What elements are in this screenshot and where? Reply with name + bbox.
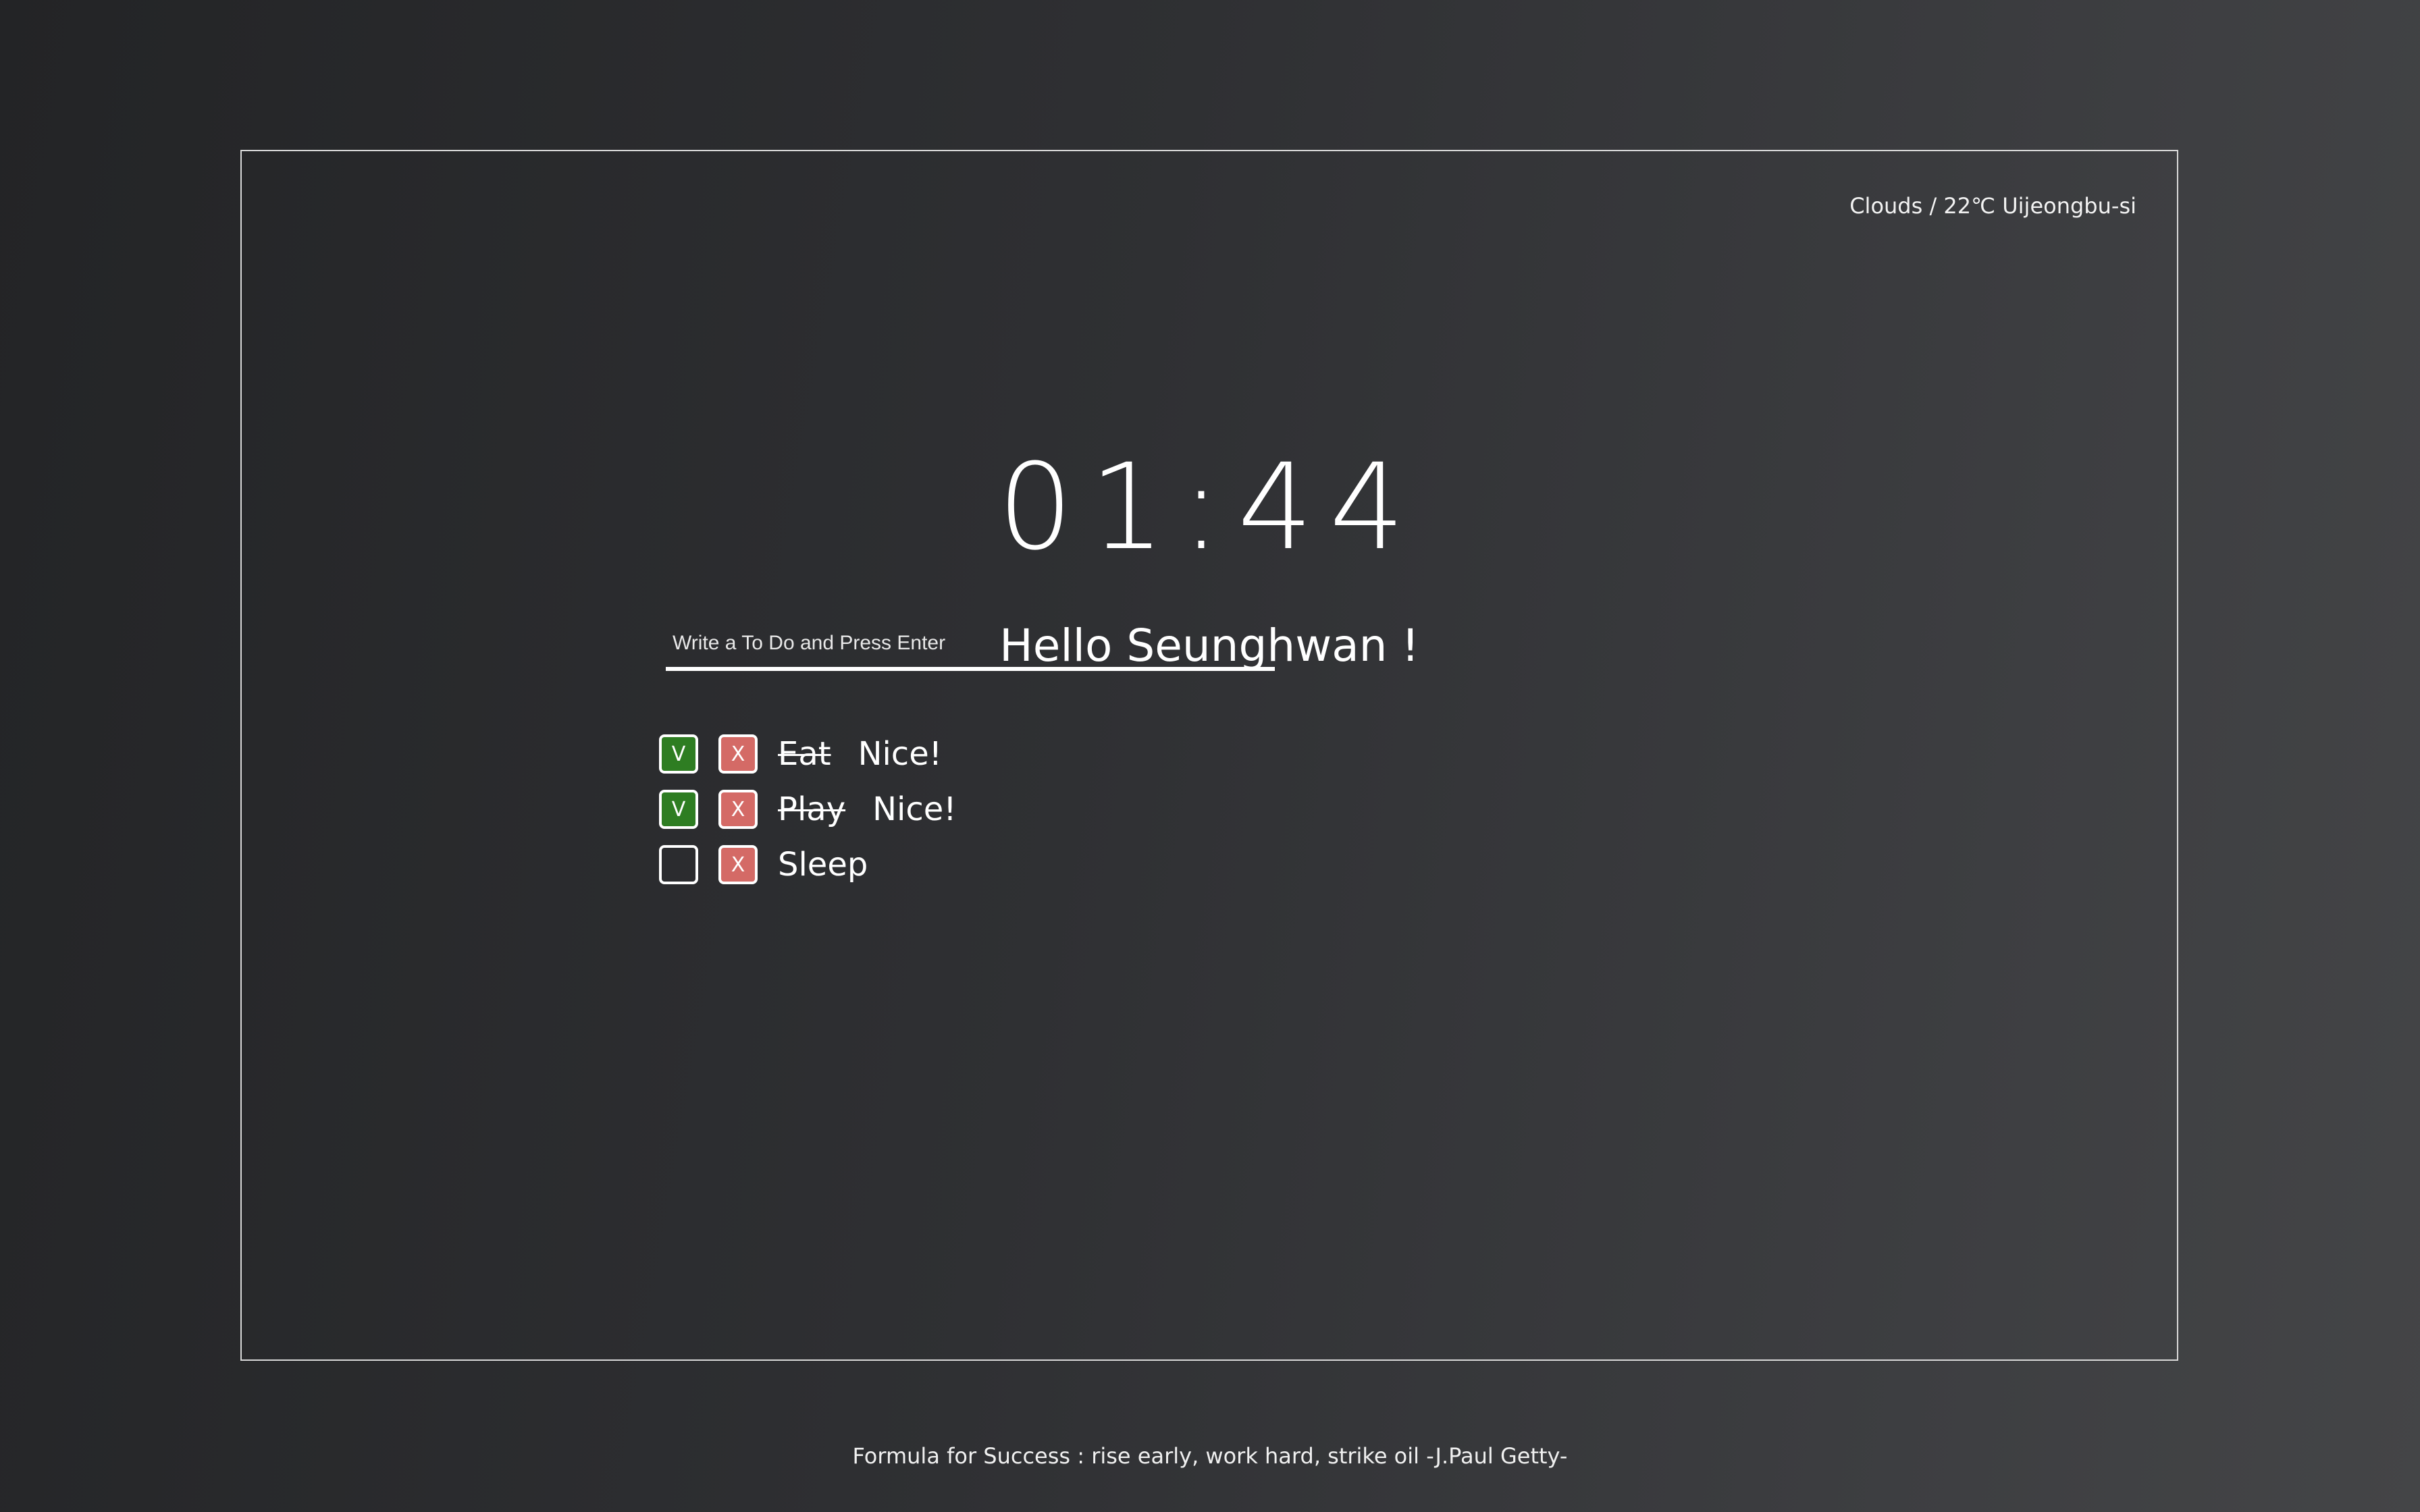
todo-delete-button[interactable]: X [718,845,758,884]
todo-check-button[interactable]: V [659,790,698,829]
todo-form [666,632,1275,671]
todo-input[interactable] [666,632,1275,671]
todo-delete-button[interactable]: X [718,734,758,774]
todo-check-button[interactable]: V [659,734,698,774]
clock-display: 01:44 [997,438,1421,576]
todo-done-note: Nice! [858,735,942,773]
todo-text: Sleep [778,846,868,884]
todo-check-button[interactable] [659,845,698,884]
main-frame: Clouds / 22℃ Uijeongbu-si 01:44 Hello Se… [240,150,2178,1361]
quote-text: Formula for Success : rise early, work h… [852,1443,1568,1469]
todo-item: V X Play Nice! [659,782,957,837]
todo-text: Eat [778,735,831,773]
weather-info: Clouds / 22℃ Uijeongbu-si [1849,193,2136,219]
todo-text: Play [778,790,846,828]
todo-done-note: Nice! [872,790,957,828]
todo-delete-button[interactable]: X [718,790,758,829]
todo-item: X Sleep [659,837,957,892]
todo-list: V X Eat Nice! V X Play Nice! X Sleep [659,726,957,892]
todo-item: V X Eat Nice! [659,726,957,782]
